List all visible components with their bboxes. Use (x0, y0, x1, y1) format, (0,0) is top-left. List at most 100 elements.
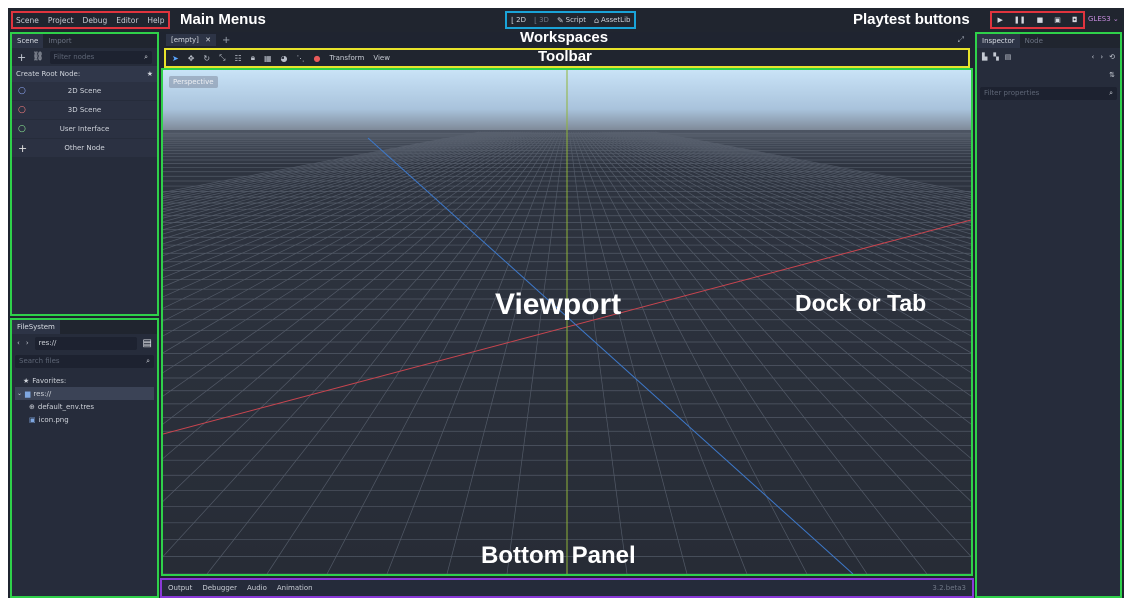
folder-icon: ▆ (25, 389, 31, 398)
inspector-dock-tabs: Inspector Node (977, 34, 1120, 48)
camera-icon[interactable]: ● (314, 54, 321, 63)
forward-icon[interactable]: › (1100, 53, 1103, 61)
split-view-icon[interactable]: ▤ (143, 338, 152, 349)
renderer-select[interactable]: GLES3 ⌄ (1088, 15, 1119, 23)
file-tree: ★ Favorites: ⌄ ▆ res:// ⊕ default_env.tr… (12, 370, 157, 430)
tab-inspector[interactable]: Inspector (977, 34, 1020, 48)
stop-icon[interactable]: ■ (1037, 16, 1044, 24)
tab-filesystem[interactable]: FileSystem (12, 320, 60, 334)
chevron-down-icon: ⌄ (1112, 15, 1119, 23)
viewport-scene (163, 70, 971, 574)
scene-tabs: [empty] ✕ + ⤢ (162, 32, 970, 48)
view-menu[interactable]: View (373, 54, 390, 62)
2d-icon: ⌊ (511, 15, 515, 25)
open-resource-icon[interactable]: ▚ (993, 53, 998, 61)
godot-editor: Scene Project Debug Editor Help Main Men… (8, 8, 1124, 598)
add-node-icon[interactable]: + (17, 51, 26, 64)
tree-item-default-env[interactable]: ⊕ default_env.tres (15, 400, 154, 413)
search-icon: ⌕ (146, 356, 150, 365)
play-scene-icon[interactable]: ▣ (1054, 16, 1061, 24)
annotation-dock: Dock or Tab (795, 290, 927, 316)
back-icon[interactable]: ‹ (1092, 53, 1095, 61)
link-icon[interactable]: ⛓ (32, 52, 43, 62)
select-mode-icon[interactable]: ➤ (172, 54, 179, 63)
path-row: ‹ › res:// ▤ (12, 334, 157, 352)
tree-item-icon-png[interactable]: ▣ icon.png (15, 413, 154, 426)
pause-icon[interactable]: ❚❚ (1014, 16, 1026, 24)
annotation-bottom-panel: Bottom Panel (481, 542, 636, 569)
snap-icon[interactable]: ⋱ (297, 54, 305, 63)
workspace-switcher: ⌊ 2D ⌊ 3D ✎ Script ⌂ AssetLib (505, 11, 637, 29)
tab-output[interactable]: Output (168, 584, 192, 592)
search-icon: ⌕ (1109, 88, 1113, 97)
object-properties-icon[interactable]: ⇅ (1109, 71, 1115, 79)
history-icon[interactable]: ⟲ (1109, 53, 1115, 61)
perspective-menu[interactable]: Perspective (169, 76, 218, 88)
tab-animation[interactable]: Animation (277, 584, 313, 592)
tab-audio[interactable]: Audio (247, 584, 267, 592)
workspace-script[interactable]: ✎ Script (557, 16, 586, 25)
list-select-icon[interactable]: ☷ (235, 54, 242, 63)
version-label: 3.2.beta3 (932, 584, 966, 592)
path-field[interactable]: res:// (34, 336, 137, 350)
tree-item-res[interactable]: ⌄ ▆ res:// (15, 387, 154, 400)
plus-icon: + (18, 141, 28, 155)
search-icon: ⌕ (144, 52, 148, 61)
workspace-3d[interactable]: ⌊ 3D (534, 16, 549, 25)
tab-import[interactable]: Import (43, 34, 76, 48)
scene-dock-tabs: Scene Import (12, 34, 157, 48)
menu-debug[interactable]: Debug (83, 16, 108, 25)
new-resource-icon[interactable]: ▙ (982, 53, 987, 61)
workspace-assetlib[interactable]: ⌂ AssetLib (594, 16, 631, 25)
environment-icon: ⊕ (29, 402, 35, 411)
rotate-mode-icon[interactable]: ↻ (203, 54, 210, 63)
menu-scene[interactable]: Scene (16, 16, 39, 25)
chevron-down-icon: ⌄ (17, 390, 23, 397)
menu-help[interactable]: Help (147, 16, 164, 25)
search-files-input[interactable]: Search files ⌕ (15, 354, 154, 368)
lock-icon[interactable]: 🔒︎ (251, 53, 255, 63)
root-3d-scene-button[interactable]: ○ 3D Scene (12, 101, 157, 119)
inspector-dock: Inspector Node ▙ ▚ ▤ ‹ › ⟲ ⇅ Filter prop… (975, 32, 1122, 598)
group-icon[interactable]: ▦ (264, 54, 272, 63)
move-mode-icon[interactable]: ✥ (188, 54, 195, 63)
close-icon[interactable]: ✕ (205, 36, 211, 44)
inspector-toolbar: ▙ ▚ ▤ ‹ › ⟲ (977, 48, 1120, 66)
spatial-icon: ○ (18, 105, 26, 115)
menu-project[interactable]: Project (48, 16, 74, 25)
scene-dock: Scene Import + ⛓ Filter nodes ⌕ Create R… (10, 32, 159, 316)
menu-editor[interactable]: Editor (116, 16, 138, 25)
script-icon: ✎ (556, 15, 564, 25)
top-bar: Scene Project Debug Editor Help Main Men… (8, 8, 1124, 46)
workspace-2d[interactable]: ⌊ 2D (511, 16, 526, 25)
filter-properties-input[interactable]: Filter properties ⌕ (980, 86, 1117, 100)
transform-menu[interactable]: Transform (329, 54, 364, 62)
root-user-interface-button[interactable]: ○ User Interface (12, 120, 157, 138)
3d-viewport[interactable]: Perspective Viewport Dock or Tab Bottom … (161, 68, 973, 576)
save-resource-icon[interactable]: ▤ (1005, 53, 1012, 61)
root-other-node-button[interactable]: + Other Node (12, 139, 157, 157)
tab-scene[interactable]: Scene (12, 34, 44, 48)
tab-node[interactable]: Node (1020, 34, 1048, 48)
fullscreen-icon[interactable]: ⤢ (958, 35, 964, 45)
play-custom-scene-icon[interactable]: ◘ (1072, 16, 1078, 24)
filter-nodes-input[interactable]: Filter nodes ⌕ (49, 50, 152, 64)
play-icon[interactable]: ▶ (998, 16, 1003, 24)
scale-mode-icon[interactable]: ⤡ (219, 53, 225, 63)
star-icon: ★ (23, 376, 30, 385)
filesystem-dock: FileSystem ‹ › res:// ▤ Search files ⌕ ★… (10, 318, 159, 598)
scene-filter-row: + ⛓ Filter nodes ⌕ (12, 48, 157, 66)
main-menus: Scene Project Debug Editor Help (11, 11, 170, 29)
tab-empty-scene[interactable]: [empty] ✕ (166, 34, 217, 46)
back-icon[interactable]: ‹ (17, 339, 20, 347)
create-root-node-header: Create Root Node: ★ (12, 66, 157, 82)
inspector-toolbar-2: ⇅ (977, 66, 1120, 84)
forward-icon[interactable]: › (26, 339, 29, 347)
new-tab-icon[interactable]: + (222, 35, 230, 46)
inspector-filter-row: Filter properties ⌕ (977, 84, 1120, 102)
tab-debugger[interactable]: Debugger (202, 584, 237, 592)
root-2d-scene-button[interactable]: ○ 2D Scene (12, 82, 157, 100)
star-icon[interactable]: ★ (147, 70, 153, 78)
local-space-icon[interactable]: ◕ (281, 54, 288, 63)
tree-item-favorites[interactable]: ★ Favorites: (15, 374, 154, 387)
